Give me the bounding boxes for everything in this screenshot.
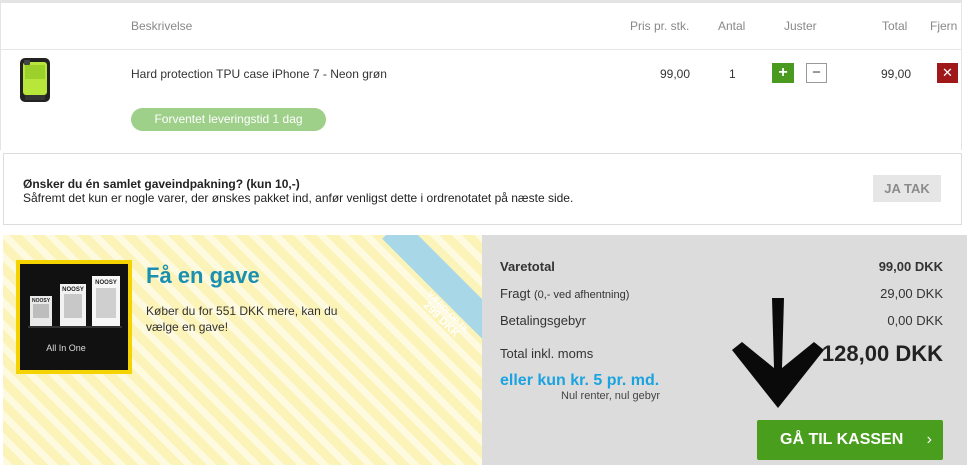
shipping-value: 29,00 DKK [880,286,943,301]
grand-total-value: 128,00 DKK [821,341,943,366]
grand-total-label: Total inkl. moms [500,346,594,361]
divider [961,0,962,150]
header-description: Beskrivelse [131,19,193,33]
gift-product-image[interactable]: NOOSY NOOSY NOOSY All In One [16,260,132,374]
gift-wrap-button[interactable]: JA TAK [873,175,941,202]
divider [0,0,962,3]
cart-table: Beskrivelse Pris pr. stk. Antal Juster T… [0,0,967,150]
header-quantity: Antal [718,19,746,33]
gift-promo-text: Køber du for 551 DKK mere, kan du vælge … [146,304,338,334]
arrow-down-icon [732,298,824,408]
header-adjust: Juster [784,19,817,33]
item-unit-price: 99,00 [660,67,691,81]
product-brand-text: NOOSY [95,280,117,286]
product-label: All In One [46,343,86,353]
item-quantity: 1 [729,67,736,81]
product-brand-text: NOOSY [32,298,51,304]
payment-fee-value: 0,00 DKK [887,313,943,328]
installment-note: Nul renter, nul gebyr [561,390,661,402]
item-name[interactable]: Hard protection TPU case iPhone 7 - Neon… [131,67,387,81]
shipping-label-text: Fragt [500,286,531,301]
phone-case-icon[interactable] [19,57,51,103]
checkout-label: GÅ TIL KASSEN [780,431,904,448]
item-total: 99,00 [881,67,912,81]
chevron-right-icon: › [926,431,932,448]
header-remove: Fjern [930,19,958,33]
order-totals: Varetotal 99,00 DKK Fragt (0,- ved afhen… [482,235,967,465]
product-brand-text: NOOSY [62,287,84,293]
installment-offer[interactable]: eller kun kr. 5 pr. md. [500,372,659,390]
remove-item-button[interactable]: ✕ [937,63,958,83]
delivery-badge: Forventet leveringstid 1 dag [131,108,326,131]
decrease-quantity-button[interactable]: − [806,63,827,83]
checkout-button[interactable]: GÅ TIL KASSEN › [757,420,943,460]
gift-promo-title: Få en gave [146,263,260,288]
increase-quantity-button[interactable]: + [772,63,794,83]
header-unit-price: Pris pr. stk. [630,19,690,33]
divider [0,49,962,50]
shipping-label-note: (0,- ved afhentning) [533,289,630,301]
gift-wrap-description: Såfremt det kun er nogle varer, der ønsk… [23,191,574,205]
gift-wrap-question: Ønsker du én samlet gaveindpakning? (kun… [23,177,300,191]
gift-promo-panel: NOOSY NOOSY NOOSY All In One VÆRDI OP TI… [3,235,482,465]
header-total: Total [882,19,908,33]
subtotal-label: Varetotal [500,259,555,274]
divider [0,0,1,150]
gift-wrap-box: Ønsker du én samlet gaveindpakning? (kun… [3,153,962,225]
shipping-label: Fragt (0,- ved afhentning) [500,286,629,301]
subtotal-value: 99,00 DKK [878,259,943,274]
payment-fee-label: Betalingsgebyr [500,313,586,328]
